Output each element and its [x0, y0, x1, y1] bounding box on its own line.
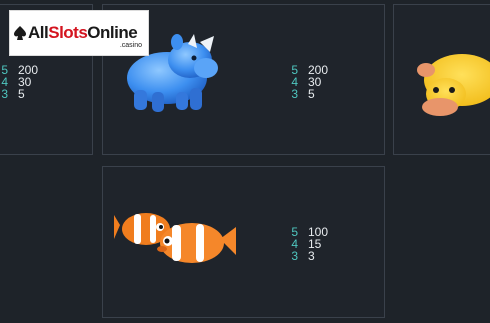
- clownfish-icon: [114, 213, 236, 263]
- payout-list-left: 5 200 4 30 35: [0, 63, 39, 101]
- platypus-icon: [417, 54, 490, 116]
- logo-tld: .casino: [119, 42, 142, 49]
- payout-row: 5 100: [291, 225, 329, 239]
- payout-row: 35: [1, 87, 25, 101]
- payout-row: 35: [291, 87, 315, 101]
- payout-row: 33: [291, 249, 315, 263]
- spade-icon: [14, 26, 26, 40]
- brand-logo: AllSlotsOnline .casino: [9, 10, 149, 56]
- logo-wordmark: AllSlotsOnline: [28, 23, 138, 42]
- payout-row: 5 200: [291, 63, 329, 77]
- payout-list-rhino: 5 200 4 30 35: [290, 63, 329, 101]
- payout-row: 5 200: [1, 63, 39, 77]
- payout-list-clownfish: 5 100 4 15 33: [290, 225, 329, 263]
